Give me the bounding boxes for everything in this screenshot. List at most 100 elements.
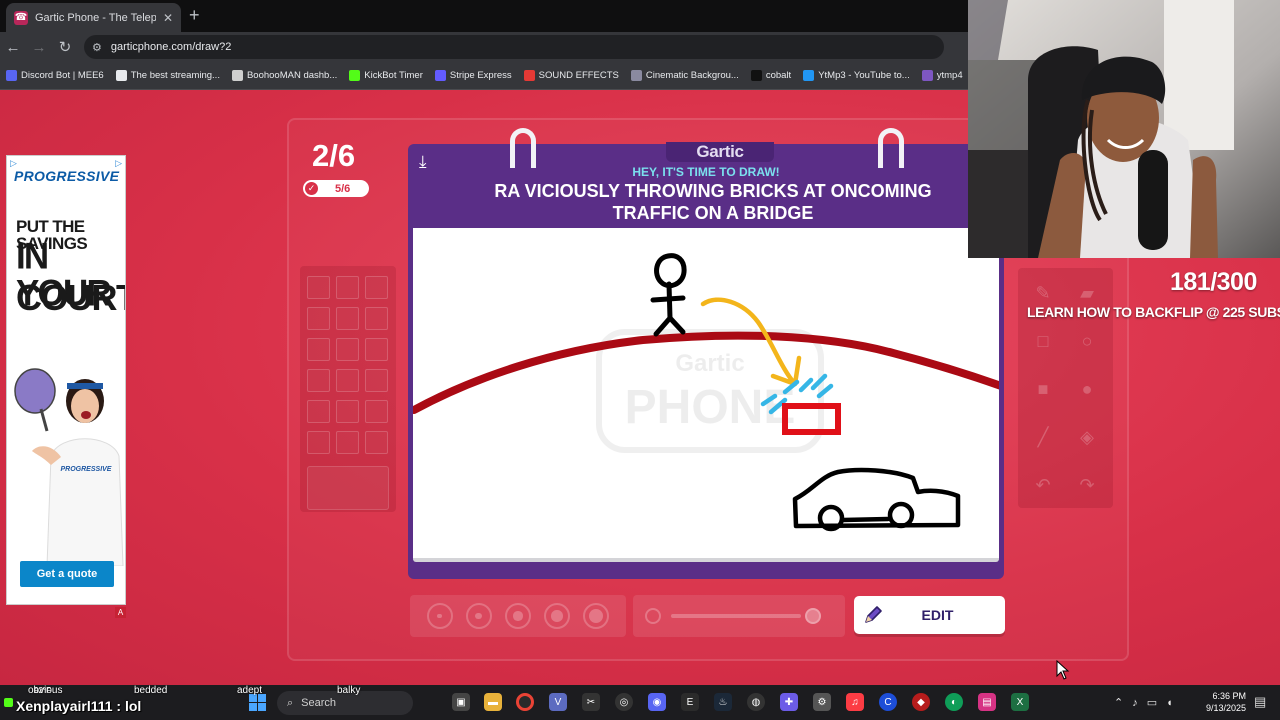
color-swatch[interactable]: [336, 400, 359, 423]
pencil-icon: [865, 606, 882, 623]
forward-arrow-icon[interactable]: →: [26, 34, 52, 60]
bookmark-favicon-icon: [630, 70, 642, 81]
new-tab-button[interactable]: +: [189, 5, 200, 26]
chat-message: Xenplayairl111 : lol: [16, 698, 142, 714]
gartic-brand: Gartic: [666, 142, 774, 162]
drawing-canvas[interactable]: Gartic PHONE: [413, 228, 999, 562]
weather-temp: 92°F: [34, 686, 51, 695]
brush-size-4[interactable]: [544, 603, 571, 629]
line-tool-icon[interactable]: ╱: [1024, 417, 1062, 457]
bookmark-item[interactable]: ytmp4: [921, 70, 963, 81]
current-color-swatch[interactable]: [307, 466, 389, 510]
c-app-icon[interactable]: C: [879, 693, 897, 711]
redo-icon[interactable]: ↷: [1068, 465, 1106, 505]
color-swatch[interactable]: [307, 276, 330, 299]
sub-counter: 181/300: [1170, 268, 1257, 296]
tab-gartic-phone[interactable]: ☎ Gartic Phone - The Telephone G ✕: [6, 3, 181, 32]
undo-icon[interactable]: ↶: [1024, 465, 1062, 505]
brush-size-5[interactable]: [583, 603, 610, 629]
epic-games-icon[interactable]: E: [681, 693, 699, 711]
bookmark-item[interactable]: Cinematic Backgrou...: [630, 70, 739, 81]
bookmark-label: ytmp4: [936, 70, 963, 81]
bookmark-label: KickBot Timer: [364, 70, 423, 81]
volume-icon[interactable]: ◖: [1166, 697, 1173, 709]
display-icon[interactable]: ▭: [1147, 696, 1157, 709]
site-info-icon[interactable]: ⚙: [92, 41, 102, 54]
color-swatch[interactable]: [365, 431, 388, 454]
get-quote-button[interactable]: Get a quote: [20, 561, 114, 587]
reload-icon[interactable]: ↻: [52, 34, 78, 60]
color-swatch[interactable]: [365, 307, 388, 330]
address-bar[interactable]: ⚙ garticphone.com/draw?2: [84, 35, 944, 59]
bookmark-item[interactable]: YtMp3 - YouTube to...: [803, 70, 910, 81]
color-swatch[interactable]: [336, 431, 359, 454]
bookmark-item[interactable]: SOUND EFFECTS: [523, 70, 619, 81]
microphone-icon[interactable]: ♪: [1132, 697, 1138, 709]
settings-icon[interactable]: ⚙: [813, 693, 831, 711]
obs-icon[interactable]: ◎: [615, 693, 633, 711]
music-icon[interactable]: ♫: [846, 693, 864, 711]
color-swatch[interactable]: [365, 338, 388, 361]
notification-icon[interactable]: ▤: [1254, 694, 1266, 710]
vscode-icon[interactable]: V: [549, 693, 567, 711]
color-swatch[interactable]: [307, 307, 330, 330]
chat-word: adept: [237, 685, 263, 696]
bookmark-label: YtMp3 - YouTube to...: [818, 70, 910, 81]
file-explorer-icon[interactable]: ▬: [484, 693, 502, 711]
stick-figure-drawing: [650, 253, 687, 337]
color-swatch[interactable]: [365, 400, 388, 423]
color-swatch[interactable]: [336, 276, 359, 299]
prompt-line-1: RA VICIOUSLY THROWING BRICKS AT ONCOMING: [494, 181, 932, 201]
gamepad-icon[interactable]: ✚: [780, 693, 798, 711]
taskbar-clock[interactable]: 6:36 PM 9/13/2025: [1200, 690, 1246, 714]
bookmark-item[interactable]: Stripe Express: [434, 70, 512, 81]
color-swatch[interactable]: [307, 431, 330, 454]
brush-size-3[interactable]: [504, 603, 531, 629]
ellipse-outline-tool-icon[interactable]: ○: [1068, 321, 1106, 361]
fill-bucket-tool-icon[interactable]: ◈: [1068, 417, 1106, 457]
bookmark-item[interactable]: KickBot Timer: [349, 70, 423, 81]
watermark-bottom: PHONE: [625, 381, 796, 434]
color-swatch[interactable]: [336, 307, 359, 330]
pink-app-icon[interactable]: ▤: [978, 693, 996, 711]
chrome-icon[interactable]: [516, 693, 534, 711]
color-swatch[interactable]: [307, 338, 330, 361]
app-icon[interactable]: ◍: [747, 693, 765, 711]
system-tray: ⌃ ♪ ▭ ◖: [1114, 685, 1173, 720]
drawing-svg: Gartic PHONE: [413, 253, 999, 532]
color-swatch[interactable]: [365, 369, 388, 392]
bookmark-item[interactable]: Discord Bot | MEE6: [6, 70, 104, 81]
clock-time: 6:36 PM: [1212, 691, 1246, 701]
red-app-icon[interactable]: ◆: [912, 693, 930, 711]
color-swatch[interactable]: [336, 338, 359, 361]
color-swatch[interactable]: [307, 400, 330, 423]
progressive-ad[interactable]: ▷ ▷ PROGRESSIVE PUT THE SAVINGS IN YOUR …: [6, 155, 126, 605]
check-icon: ✓: [305, 182, 318, 195]
tray-overflow-icon[interactable]: ⌃: [1114, 696, 1123, 709]
edit-button[interactable]: EDIT: [854, 596, 1005, 634]
brush-size-2[interactable]: [465, 603, 492, 629]
brush-size-1[interactable]: [426, 603, 453, 629]
steam-icon[interactable]: ♨: [714, 693, 732, 711]
green-app-icon[interactable]: ◐: [945, 693, 963, 711]
close-tab-icon[interactable]: ✕: [163, 11, 173, 25]
opacity-thumb[interactable]: [805, 608, 821, 624]
opacity-slider[interactable]: [633, 595, 845, 637]
edit-label: EDIT: [921, 607, 954, 623]
back-arrow-icon[interactable]: ←: [0, 34, 26, 60]
task-view-icon[interactable]: ▣: [452, 693, 470, 711]
ellipse-fill-tool-icon[interactable]: ●: [1068, 369, 1106, 409]
brush-size-selector: [410, 595, 626, 637]
rectangle-fill-tool-icon[interactable]: ■: [1024, 369, 1062, 409]
discord-icon[interactable]: ◉: [648, 693, 666, 711]
bookmark-item[interactable]: BoohooMAN dashb...: [231, 70, 337, 81]
bookmark-item[interactable]: The best streaming...: [115, 70, 220, 81]
bookmark-item[interactable]: cobalt: [750, 70, 791, 81]
color-swatch[interactable]: [336, 369, 359, 392]
capcut-icon[interactable]: ✂: [582, 693, 600, 711]
opacity-track[interactable]: [671, 614, 801, 618]
color-swatch[interactable]: [307, 369, 330, 392]
rectangle-outline-tool-icon[interactable]: □: [1024, 321, 1062, 361]
color-swatch[interactable]: [365, 276, 388, 299]
excel-icon[interactable]: X: [1011, 693, 1029, 711]
